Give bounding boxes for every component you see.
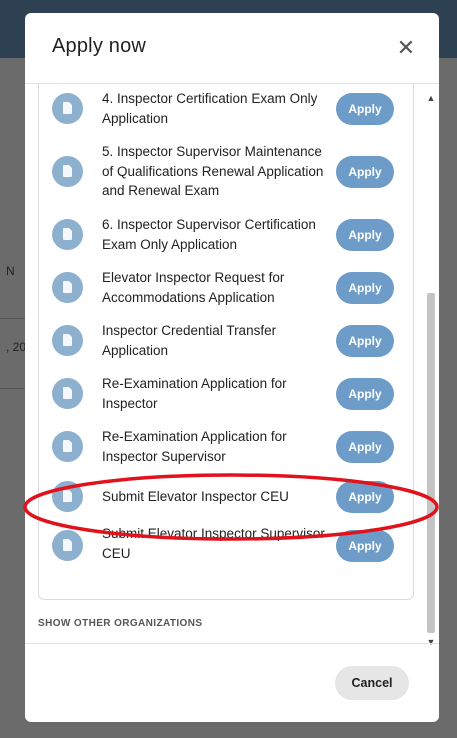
document-icon: [52, 93, 83, 124]
apply-button[interactable]: Apply: [336, 219, 394, 251]
item-label: 4. Inspector Certification Exam Only App…: [102, 91, 318, 126]
apply-button[interactable]: Apply: [336, 93, 394, 125]
cancel-button[interactable]: Cancel: [335, 666, 409, 700]
item-label: 6. Inspector Supervisor Certification Ex…: [102, 217, 316, 252]
apply-button[interactable]: Apply: [336, 530, 394, 562]
item-label: 5. Inspector Supervisor Maintenance of Q…: [102, 144, 324, 198]
item-label: Re-Examination Application for Inspector…: [102, 429, 287, 464]
document-icon: [52, 156, 83, 187]
background-text-fragment: , 20: [6, 340, 27, 354]
document-icon: [52, 378, 83, 409]
item-label: Submit Elevator Inspector Supervisor CEU: [102, 526, 325, 561]
dialog-title: Apply now: [52, 35, 147, 57]
document-icon: [52, 431, 83, 462]
item-label: Re-Examination Application for Inspector: [102, 376, 287, 411]
item-label: Submit Elevator Inspector CEU: [102, 489, 289, 504]
application-list: 4. Inspector Certification Exam Only App…: [38, 84, 414, 600]
scrollbar[interactable]: ▲ ▼: [425, 85, 437, 653]
document-icon: [52, 530, 83, 561]
application-list-scroll-area[interactable]: 4. Inspector Certification Exam Only App…: [25, 84, 439, 654]
apply-button[interactable]: Apply: [336, 378, 394, 410]
close-icon[interactable]: ✕: [395, 37, 417, 59]
apply-now-dialog: Apply now ✕ 4. Inspector Certification E…: [25, 13, 439, 722]
item-label: Inspector Credential Transfer Applicatio…: [102, 323, 277, 358]
document-icon: [52, 272, 83, 303]
apply-button[interactable]: Apply: [336, 325, 394, 357]
apply-button[interactable]: Apply: [336, 272, 394, 304]
show-other-organizations-link[interactable]: SHOW OTHER ORGANIZATIONS: [38, 618, 202, 629]
apply-button[interactable]: Apply: [336, 431, 394, 463]
document-icon: [52, 481, 83, 512]
document-icon: [52, 325, 83, 356]
background-text-fragment: N: [6, 264, 15, 278]
apply-button[interactable]: Apply: [336, 481, 394, 513]
scrollbar-thumb[interactable]: [427, 293, 435, 633]
apply-button[interactable]: Apply: [336, 156, 394, 188]
item-label: Elevator Inspector Request for Accommoda…: [102, 270, 285, 305]
document-icon: [52, 219, 83, 250]
footer-divider: [25, 643, 439, 644]
chevron-up-icon[interactable]: ▲: [426, 93, 436, 103]
chevron-down-icon[interactable]: ▼: [426, 637, 436, 647]
